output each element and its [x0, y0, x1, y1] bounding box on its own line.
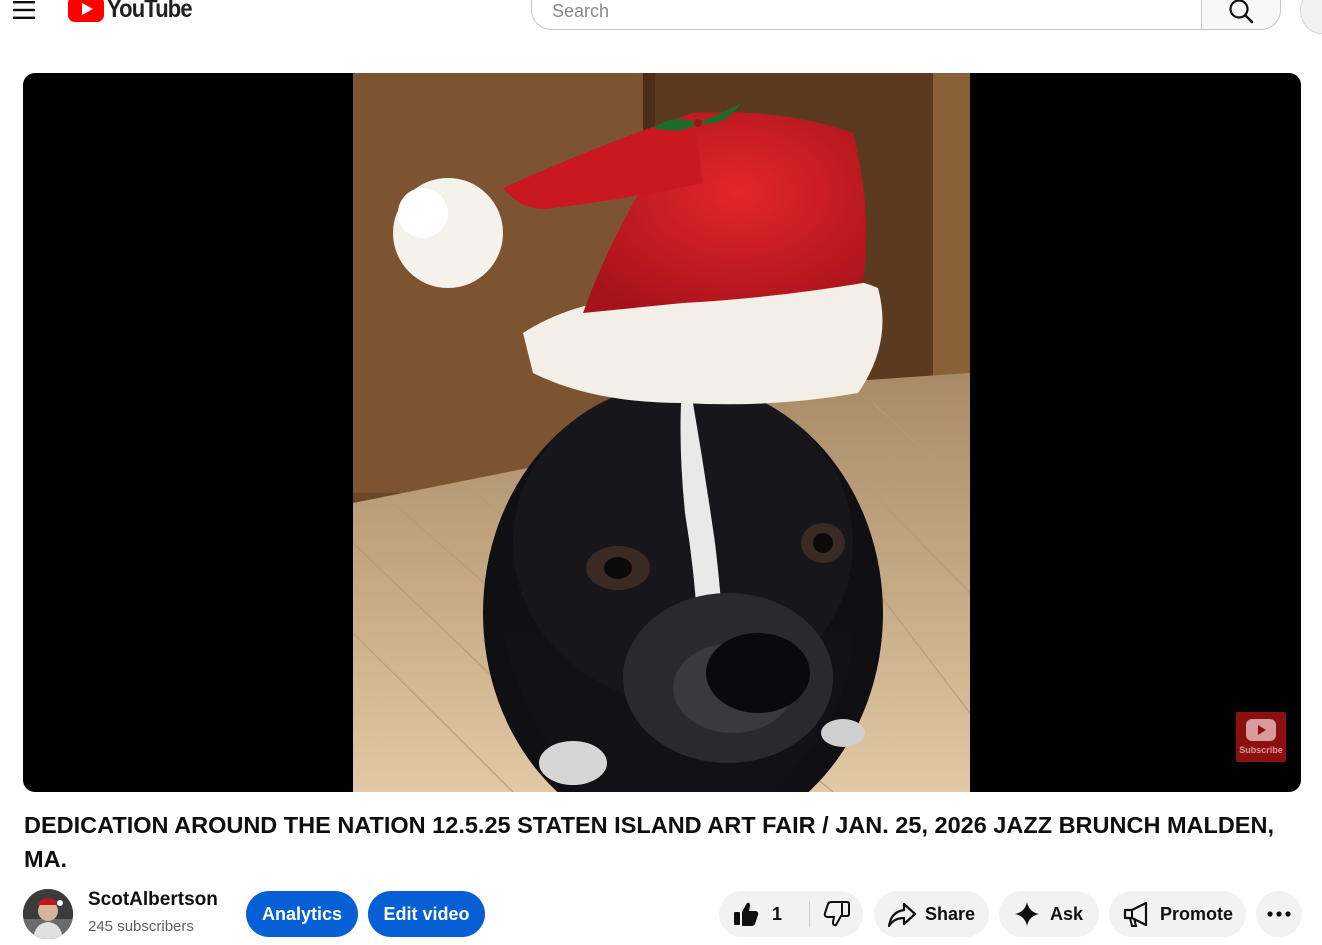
subscribe-watermark-button[interactable]: Subscribe	[1236, 712, 1286, 762]
like-dislike-group: 1	[719, 891, 863, 937]
search-input[interactable]	[531, 0, 1201, 30]
menu-button[interactable]	[8, 0, 40, 26]
dislike-button[interactable]	[810, 891, 863, 937]
sparkle-icon	[1014, 901, 1040, 927]
youtube-play-icon	[1246, 719, 1276, 741]
youtube-logo[interactable]: YouTube	[68, 0, 203, 24]
search-box	[531, 0, 1281, 32]
ask-label: Ask	[1050, 903, 1084, 924]
avatar-image	[23, 889, 73, 939]
like-button[interactable]: 1	[719, 891, 809, 937]
channel-avatar[interactable]	[23, 889, 73, 939]
channel-name[interactable]: ScotAlbertson	[88, 889, 218, 911]
more-actions-button[interactable]	[1256, 891, 1302, 937]
share-button[interactable]: Share	[874, 891, 989, 937]
voice-search-button[interactable]	[1300, 0, 1322, 34]
video-player[interactable]: Subscribe	[23, 73, 1301, 792]
thumbs-up-icon	[732, 900, 760, 928]
share-label: Share	[925, 903, 976, 924]
video-title: DEDICATION AROUND THE NATION 12.5.25 STA…	[24, 812, 1274, 872]
promote-label: Promote	[1160, 903, 1234, 924]
subscriber-count: 245 subscribers	[88, 918, 194, 935]
thumbs-down-icon	[823, 900, 851, 928]
more-horizontal-icon	[1267, 910, 1291, 918]
share-icon	[887, 900, 917, 928]
megaphone-icon	[1122, 900, 1152, 928]
like-count: 1	[772, 903, 783, 924]
video-frame	[353, 73, 970, 792]
search-button[interactable]	[1201, 0, 1281, 30]
logo-wordmark: YouTube	[107, 0, 193, 23]
subscribe-watermark-label: Subscribe	[1239, 745, 1283, 755]
video-thumbnail-dog-in-santa-hat	[353, 73, 970, 792]
ask-button[interactable]: Ask	[999, 891, 1099, 937]
hamburger-menu-icon	[13, 1, 35, 19]
promote-button[interactable]: Promote	[1109, 891, 1246, 937]
search-icon	[1229, 0, 1254, 24]
youtube-play-logo-icon	[68, 0, 104, 22]
analytics-button[interactable]: Analytics	[246, 891, 358, 937]
edit-video-button[interactable]: Edit video	[368, 891, 485, 937]
